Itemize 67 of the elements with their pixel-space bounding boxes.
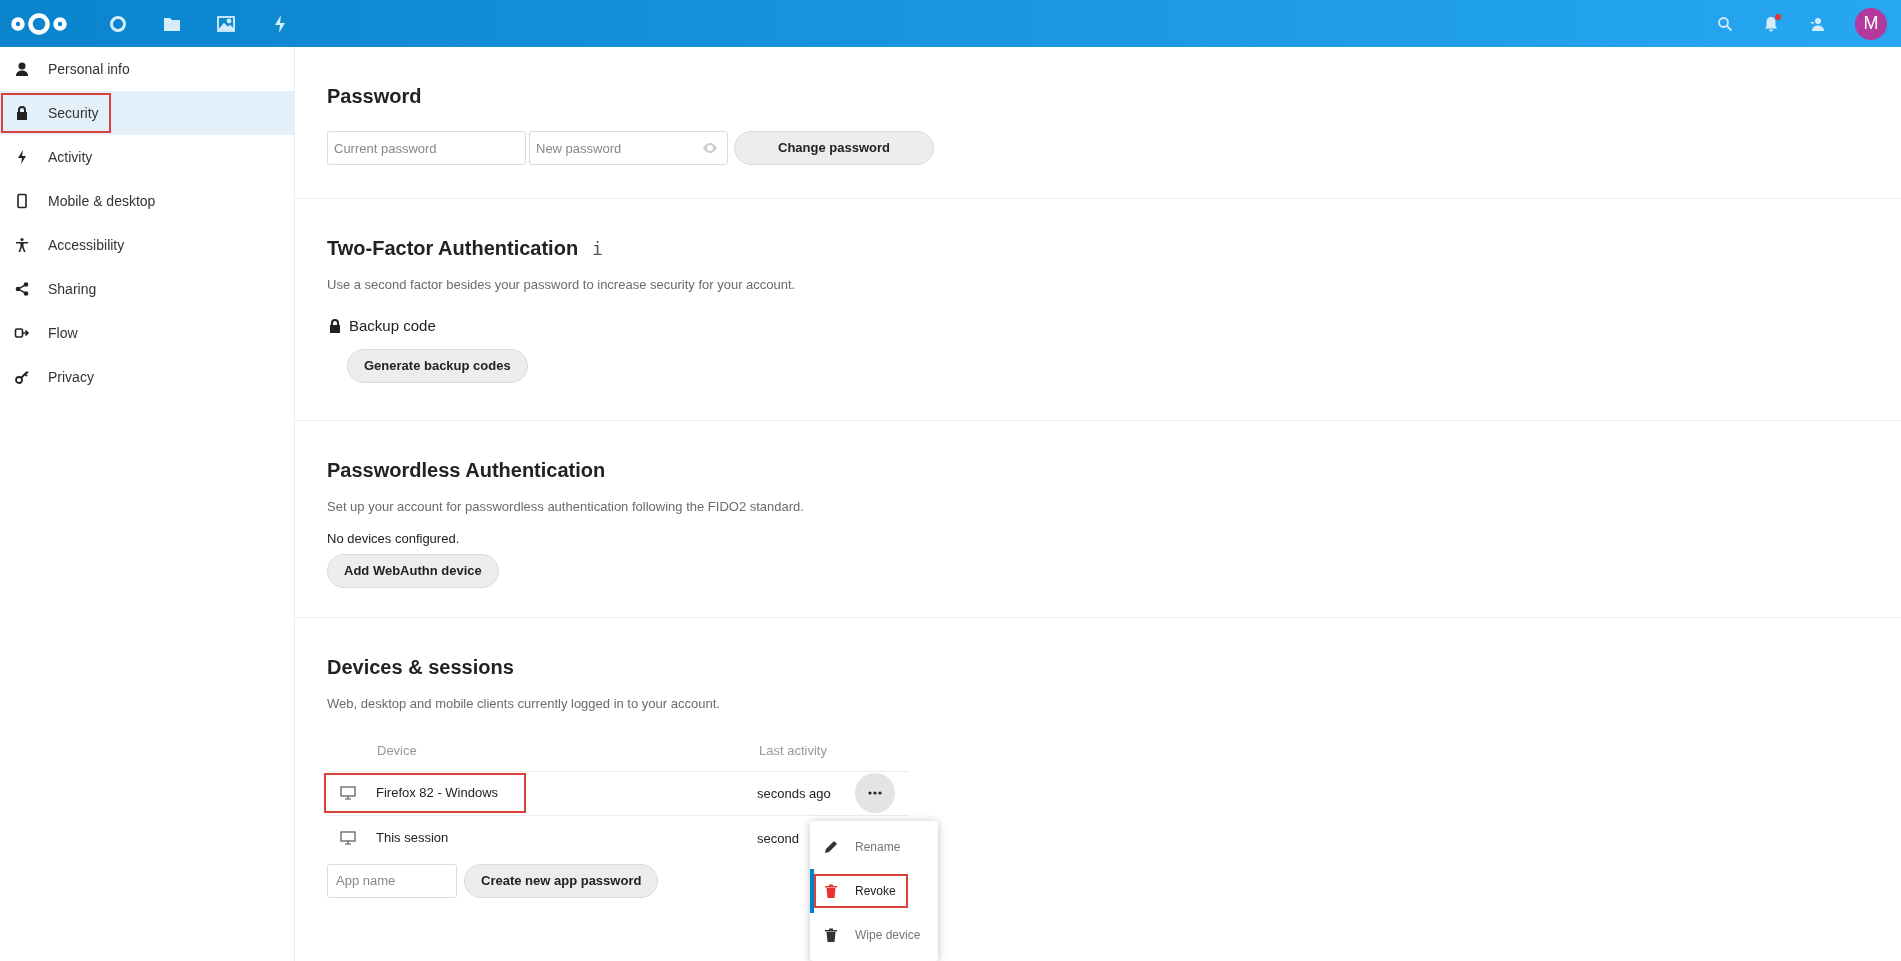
contacts-icon[interactable] — [1809, 15, 1825, 32]
lock-icon — [327, 317, 343, 334]
section-title: Devices & sessions — [327, 655, 515, 680]
bell-icon[interactable] — [1763, 15, 1779, 32]
accessibility-icon — [14, 237, 30, 253]
password-field[interactable]: New password — [529, 131, 728, 165]
section-title: Passwordless Authentication — [327, 458, 607, 483]
menu-label: Revoke — [855, 883, 896, 900]
sidebar-label: Personal info — [48, 59, 130, 79]
section-description: Use a second factor besides your password to increase security for your account. — [327, 276, 797, 294]
sidebar-item[interactable]: Accessibility — [0, 223, 294, 267]
sidebar-item[interactable]: Security — [0, 91, 294, 135]
sidebar-item[interactable]: Privacy — [0, 355, 294, 399]
column-header: Last activity — [759, 742, 827, 761]
key-icon — [14, 369, 30, 385]
section-title: Two-Factor Authentication — [327, 236, 579, 261]
sidebar-label: Sharing — [48, 279, 97, 299]
info-icon[interactable]: i — [592, 234, 603, 262]
sidebar-item[interactable]: Flow — [0, 311, 294, 355]
circle-icon[interactable] — [108, 13, 128, 34]
menu-label: Wipe device — [855, 927, 921, 944]
action-button[interactable]: Create new app password — [464, 863, 659, 898]
flow-icon — [14, 325, 30, 341]
share-icon — [14, 281, 30, 297]
action-button[interactable]: Generate backup codes — [347, 349, 528, 383]
sidebar-label: Mobile & desktop — [48, 191, 156, 211]
sidebar-label: Privacy — [48, 367, 94, 387]
section-description: Web, desktop and mobile clients currently logged in to your account. — [327, 695, 721, 713]
more-button[interactable] — [855, 773, 895, 813]
sidebar-item[interactable]: Activity — [0, 135, 294, 179]
provider-label: Backup code — [349, 315, 436, 336]
trash-icon — [823, 883, 839, 899]
sidebar-label: Activity — [48, 147, 93, 167]
last-activity: seconds ago — [757, 786, 831, 801]
section-description: Set up your account for passwordless authentication following the FIDO2 standard. — [327, 498, 805, 516]
user-avatar[interactable]: M — [1855, 7, 1887, 40]
pencil-icon — [823, 839, 839, 855]
menu-item[interactable]: Rename — [810, 825, 938, 869]
action-button[interactable]: Change password — [734, 131, 934, 165]
ellipsis-icon — [868, 791, 882, 795]
sidebar-label: Accessibility — [48, 235, 125, 255]
search-icon[interactable] — [1717, 15, 1733, 32]
phone-icon — [14, 193, 30, 209]
sidebar-item[interactable]: Personal info — [0, 47, 294, 91]
logo[interactable] — [10, 10, 68, 37]
status-text: No devices configured. — [327, 529, 461, 548]
menu-label: Rename — [855, 839, 901, 856]
device-name: This session — [376, 828, 449, 847]
sidebar-label: Flow — [48, 323, 78, 343]
password-field[interactable]: Current password — [327, 131, 526, 165]
device-name: Firefox 82 - Windows — [376, 784, 499, 803]
menu-item[interactable]: Wipe device — [810, 913, 938, 957]
sidebar-item[interactable]: Sharing — [0, 267, 294, 311]
action-button[interactable]: Add WebAuthn device — [327, 554, 499, 588]
trash-icon — [823, 927, 839, 943]
monitor-icon — [340, 785, 356, 801]
lock-icon — [14, 105, 30, 121]
monitor-icon — [340, 829, 356, 846]
section-title: Password — [327, 84, 423, 109]
image-icon[interactable] — [216, 13, 236, 34]
last-activity: second — [757, 830, 799, 846]
app-name-field[interactable]: App name — [327, 863, 457, 898]
sidebar-item[interactable]: Mobile & desktop — [0, 179, 294, 223]
person-icon — [14, 61, 30, 77]
column-header: Device — [377, 742, 418, 761]
sidebar-label: Security — [48, 103, 99, 123]
eye-icon[interactable] — [702, 142, 718, 154]
